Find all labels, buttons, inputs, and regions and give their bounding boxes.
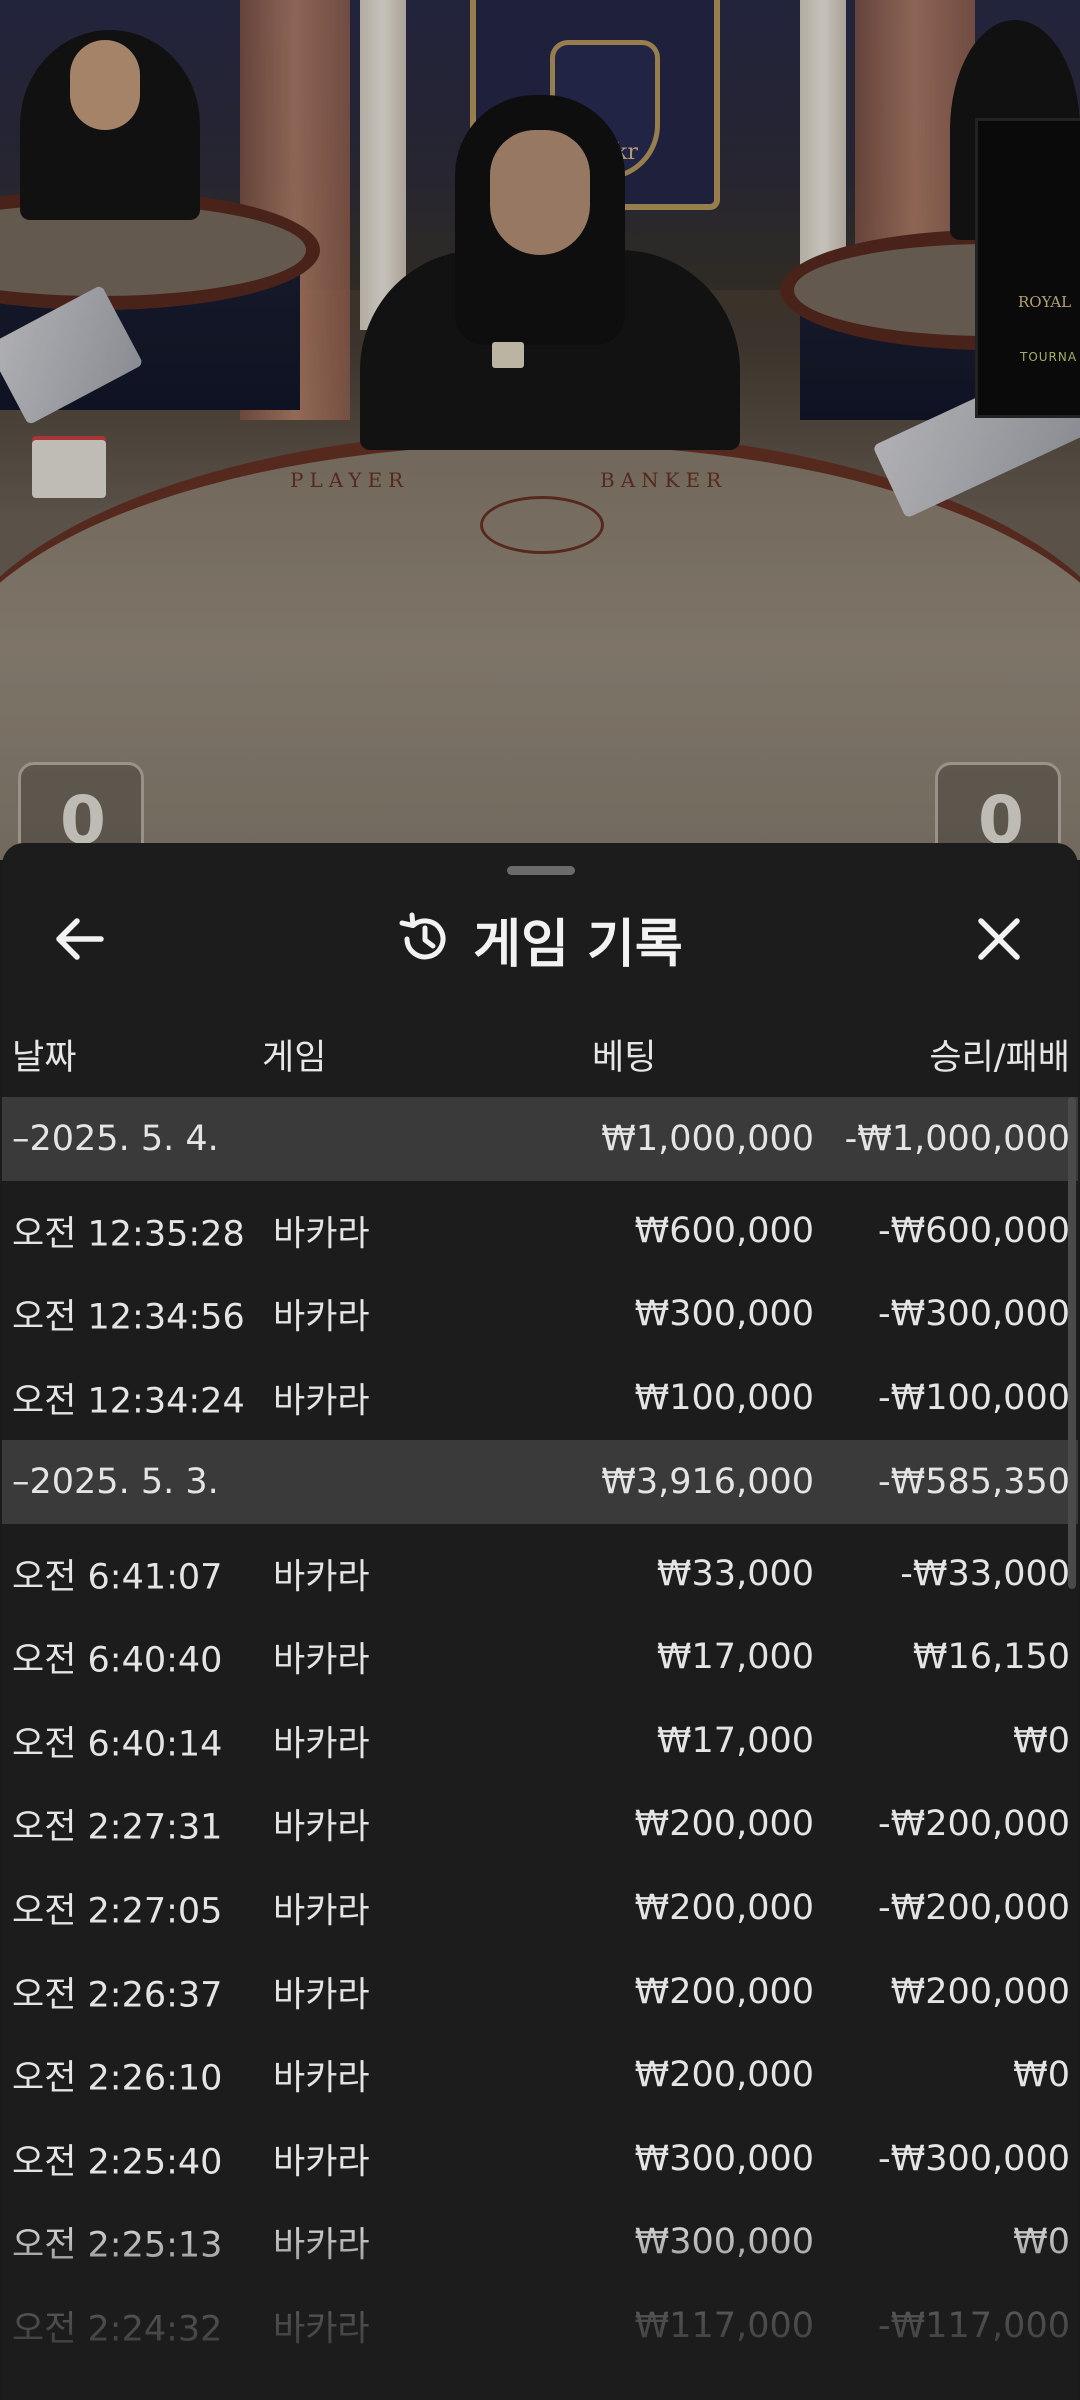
group-bet-total: ₩1,000,000 bbox=[601, 1119, 814, 1159]
row-bet: ₩300,000 bbox=[634, 1294, 814, 1335]
table-row[interactable]: 오전 2:27:05 바카라 ₩200,000 -₩200,000 bbox=[2, 1866, 1078, 1950]
group-date: –2025. 5. 3. bbox=[12, 1461, 219, 1502]
row-bet: ₩200,000 bbox=[634, 1804, 814, 1845]
row-time: 오전 2:24:32 bbox=[12, 2309, 223, 2350]
row-bet: ₩200,000 bbox=[634, 2055, 814, 2096]
row-result: ₩0 bbox=[1013, 2222, 1070, 2263]
row-result: -₩100,000 bbox=[878, 1377, 1070, 1418]
row-result: -₩33,000 bbox=[900, 1553, 1070, 1594]
group-result-total: -₩585,350 bbox=[878, 1461, 1070, 1502]
row-time: 오전 2:27:31 bbox=[12, 1807, 223, 1848]
table-row[interactable]: 오전 2:25:13 바카라 ₩300,000 ₩0 bbox=[2, 2201, 1078, 2285]
row-game: 바카라 bbox=[273, 1640, 370, 1681]
group-date: –2025. 5. 4. bbox=[12, 1119, 219, 1159]
table-row[interactable]: 오전 6:41:07 바카라 ₩33,000 -₩33,000 bbox=[2, 1532, 1078, 1616]
table-row[interactable]: 오전 2:25:40 바카라 ₩300,000 -₩300,000 bbox=[2, 2117, 1078, 2201]
table-row[interactable]: 오전 2:26:10 바카라 ₩200,000 ₩0 bbox=[2, 2033, 1078, 2117]
close-button[interactable] bbox=[954, 899, 1044, 979]
close-icon bbox=[978, 918, 1020, 960]
table-row[interactable]: 오전 2:26:37 바카라 ₩200,000 ₩200,000 bbox=[2, 1950, 1078, 2034]
sheet-title: 게임 기록 bbox=[473, 914, 683, 975]
row-time: 오전 12:34:24 bbox=[12, 1381, 245, 1422]
video-dim-overlay bbox=[0, 0, 1080, 860]
scrollbar[interactable] bbox=[1068, 1097, 1076, 1589]
row-game: 바카라 bbox=[273, 1975, 370, 2016]
row-result: -₩117,000 bbox=[878, 2305, 1070, 2346]
row-result: -₩200,000 bbox=[878, 1887, 1070, 1928]
row-result: -₩200,000 bbox=[878, 1804, 1070, 1845]
table-row[interactable]: 오전 2:27:31 바카라 ₩200,000 -₩200,000 bbox=[2, 1783, 1078, 1867]
row-bet: ₩200,000 bbox=[634, 1887, 814, 1928]
column-header-bet: 베팅 bbox=[592, 1038, 657, 1078]
row-result: -₩600,000 bbox=[878, 1210, 1070, 1251]
date-group-row[interactable]: –2025. 5. 4. ₩1,000,000 -₩1,000,000 bbox=[2, 1097, 1078, 1181]
row-result: -₩300,000 bbox=[878, 1294, 1070, 1335]
row-game: 바카라 bbox=[273, 1214, 370, 1255]
row-bet: ₩17,000 bbox=[656, 1720, 814, 1761]
row-time: 오전 2:26:10 bbox=[12, 2058, 223, 2099]
history-icon bbox=[399, 912, 446, 960]
row-bet: ₩100,000 bbox=[634, 1377, 814, 1418]
row-result: -₩300,000 bbox=[878, 2138, 1070, 2179]
row-time: 오전 2:25:40 bbox=[12, 2142, 223, 2183]
row-game: 바카라 bbox=[273, 1381, 370, 1422]
column-header-result: 승리/패배 bbox=[929, 1038, 1070, 1078]
sheet-header: 게임 기록 bbox=[2, 899, 1078, 979]
row-bet: ₩600,000 bbox=[634, 1210, 814, 1251]
row-game: 바카라 bbox=[273, 1807, 370, 1848]
row-result: ₩16,150 bbox=[912, 1637, 1070, 1678]
row-bet: ₩300,000 bbox=[634, 2138, 814, 2179]
row-game: 바카라 bbox=[273, 1297, 370, 1338]
row-time: 오전 6:40:40 bbox=[12, 1640, 223, 1681]
row-time: 오전 2:27:05 bbox=[12, 1891, 223, 1932]
table-row[interactable]: 오전 6:40:40 바카라 ₩17,000 ₩16,150 bbox=[2, 1615, 1078, 1699]
row-game: 바카라 bbox=[273, 1891, 370, 1932]
row-game: 바카라 bbox=[273, 2309, 370, 2350]
row-game: 바카라 bbox=[273, 1557, 370, 1598]
group-result-total: -₩1,000,000 bbox=[844, 1119, 1070, 1159]
column-header-game: 게임 bbox=[262, 1038, 327, 1078]
row-time: 오전 2:25:13 bbox=[12, 2225, 223, 2266]
row-result: ₩0 bbox=[1013, 2055, 1070, 2096]
row-time: 오전 12:35:28 bbox=[12, 1214, 245, 1255]
group-bet-total: ₩3,916,000 bbox=[601, 1461, 814, 1502]
row-game: 바카라 bbox=[273, 2225, 370, 2266]
row-result: ₩200,000 bbox=[890, 1971, 1070, 2012]
row-bet: ₩200,000 bbox=[634, 1971, 814, 2012]
row-time: 오전 6:40:14 bbox=[12, 1724, 223, 1765]
row-bet: ₩300,000 bbox=[634, 2222, 814, 2263]
drag-handle[interactable] bbox=[507, 866, 575, 875]
row-game: 바카라 bbox=[273, 2142, 370, 2183]
history-table: –2025. 5. 4. ₩1,000,000 -₩1,000,000 오전 1… bbox=[2, 1097, 1078, 2368]
date-group-row[interactable]: –2025. 5. 3. ₩3,916,000 -₩585,350 bbox=[2, 1439, 1078, 1524]
row-game: 바카라 bbox=[273, 1724, 370, 1765]
row-time: 오전 12:34:56 bbox=[12, 1297, 245, 1338]
table-row[interactable]: 오전 12:34:24 바카라 ₩100,000 -₩100,000 bbox=[2, 1356, 1078, 1440]
table-row[interactable]: 오전 12:34:56 바카라 ₩300,000 -₩300,000 bbox=[2, 1273, 1078, 1357]
row-bet: ₩117,000 bbox=[634, 2305, 814, 2346]
game-history-sheet: 게임 기록 날짜 게임 베팅 승리/패배 –2025. 5. 4. ₩1,000… bbox=[2, 843, 1078, 2400]
row-time: 오전 2:26:37 bbox=[12, 1975, 223, 2016]
row-time: 오전 6:41:07 bbox=[12, 1557, 223, 1598]
row-bet: ₩17,000 bbox=[656, 1637, 814, 1678]
table-row[interactable]: 오전 2:24:32 바카라 ₩117,000 -₩117,000 bbox=[2, 2284, 1078, 2368]
row-game: 바카라 bbox=[273, 2058, 370, 2099]
live-video-feed: l.kr PLAYER BANKER ROYAL TOURNA 0 0 bbox=[0, 0, 1080, 860]
row-bet: ₩33,000 bbox=[656, 1553, 814, 1594]
table-row[interactable]: 오전 12:35:28 바카라 ₩600,000 -₩600,000 bbox=[2, 1189, 1078, 1273]
row-result: ₩0 bbox=[1013, 1720, 1070, 1761]
table-row[interactable]: 오전 6:40:14 바카라 ₩17,000 ₩0 bbox=[2, 1699, 1078, 1783]
column-header-date: 날짜 bbox=[12, 1038, 77, 1078]
